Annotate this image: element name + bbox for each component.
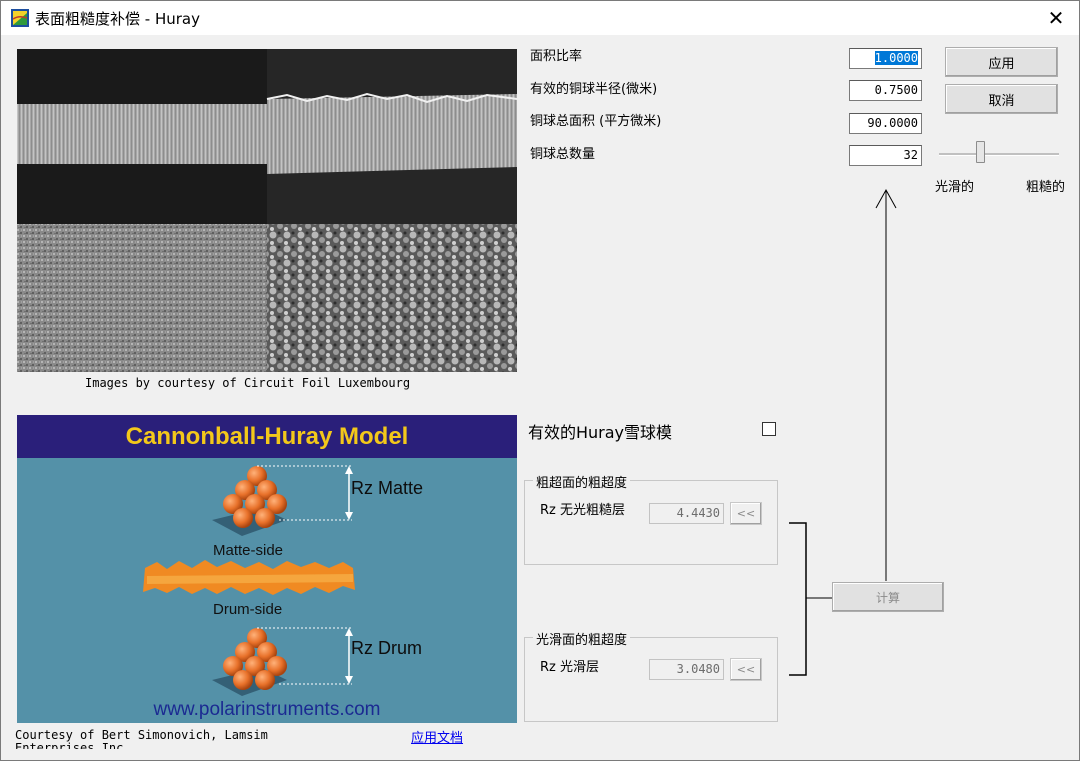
calculate-button[interactable]: 计算 [832, 582, 944, 612]
area-ratio-input[interactable]: 1.0000 [849, 48, 922, 69]
courtesy-line-1: Courtesy of Bert Simonovich, Lamsim [15, 728, 268, 742]
title-bar: 表面粗糙度补偿 - Huray ✕ [1, 1, 1079, 35]
dialog-client: Images by courtesy of Circuit Foil Luxem… [1, 35, 1079, 760]
dialog-window: 表面粗糙度补偿 - Huray ✕ Images by courtesy of … [0, 0, 1080, 761]
huray-checkbox-label: 有效的Huray雪球模 [528, 423, 673, 442]
close-icon[interactable]: ✕ [1033, 1, 1079, 35]
matte-rz-input[interactable]: 4.4430 [649, 503, 724, 524]
huray-model-image: Cannonball-Huray Model Rz Matte Matte-si… [17, 415, 517, 723]
count-label: 铜球总数量 [530, 147, 596, 162]
copy-drum-button[interactable]: << [730, 658, 762, 681]
drum-side-label: Drum-side [213, 601, 283, 618]
app-icon [11, 9, 29, 27]
apply-button[interactable]: 应用 [945, 47, 1058, 77]
courtesy-line-2: Enterprises Inc. [15, 741, 131, 749]
cancel-button[interactable]: 取消 [945, 84, 1058, 114]
bracket-connector [789, 522, 832, 676]
matte-side-label: Matte-side [213, 542, 284, 559]
surface-input[interactable]: 90.0000 [849, 113, 922, 134]
surface-label: 铜球总面积 (平方微米) [530, 114, 662, 129]
cannonball-diagram [143, 465, 355, 696]
slider-rough-label: 粗糙的 [1026, 180, 1066, 195]
model-heading: Cannonball-Huray Model [17, 415, 517, 458]
drum-rz-input[interactable]: 3.0480 [649, 659, 724, 680]
photo-caption: Images by courtesy of Circuit Foil Luxem… [85, 376, 411, 390]
copy-matte-button[interactable]: << [730, 502, 762, 525]
rz-drum-label: Rz Drum [351, 638, 422, 658]
area-ratio-label: 面积比率 [530, 49, 583, 64]
drum-group-title: 光滑面的粗超度 [533, 629, 631, 648]
slider-smooth-label: 光滑的 [935, 180, 975, 195]
roughness-slider-thumb[interactable] [976, 141, 985, 163]
huray-checkbox[interactable] [762, 422, 776, 436]
drum-rz-label: Rz 光滑层 [540, 660, 599, 675]
radius-input[interactable]: 0.7500 [849, 80, 922, 101]
matte-roughness-group: 粗超面的粗超度 Rz 无光粗糙层 4.4430 << [524, 472, 778, 565]
rz-matte-label: Rz Matte [351, 478, 424, 498]
roughness-slider-track[interactable] [939, 153, 1059, 156]
sem-photo-image [17, 49, 517, 372]
window-title: 表面粗糙度补偿 - Huray [35, 10, 200, 28]
website-url: www.polarinstruments.com [153, 699, 381, 720]
drum-roughness-group: 光滑面的粗超度 Rz 光滑层 3.0480 << [524, 629, 778, 722]
matte-group-title: 粗超面的粗超度 [533, 472, 631, 491]
app-doc-link[interactable]: 应用文档 [411, 727, 463, 746]
matte-rz-label: Rz 无光粗糙层 [540, 503, 625, 518]
up-arrow-icon [875, 188, 897, 581]
radius-label: 有效的铜球半径(微米) [530, 82, 658, 97]
count-input[interactable]: 32 [849, 145, 922, 166]
